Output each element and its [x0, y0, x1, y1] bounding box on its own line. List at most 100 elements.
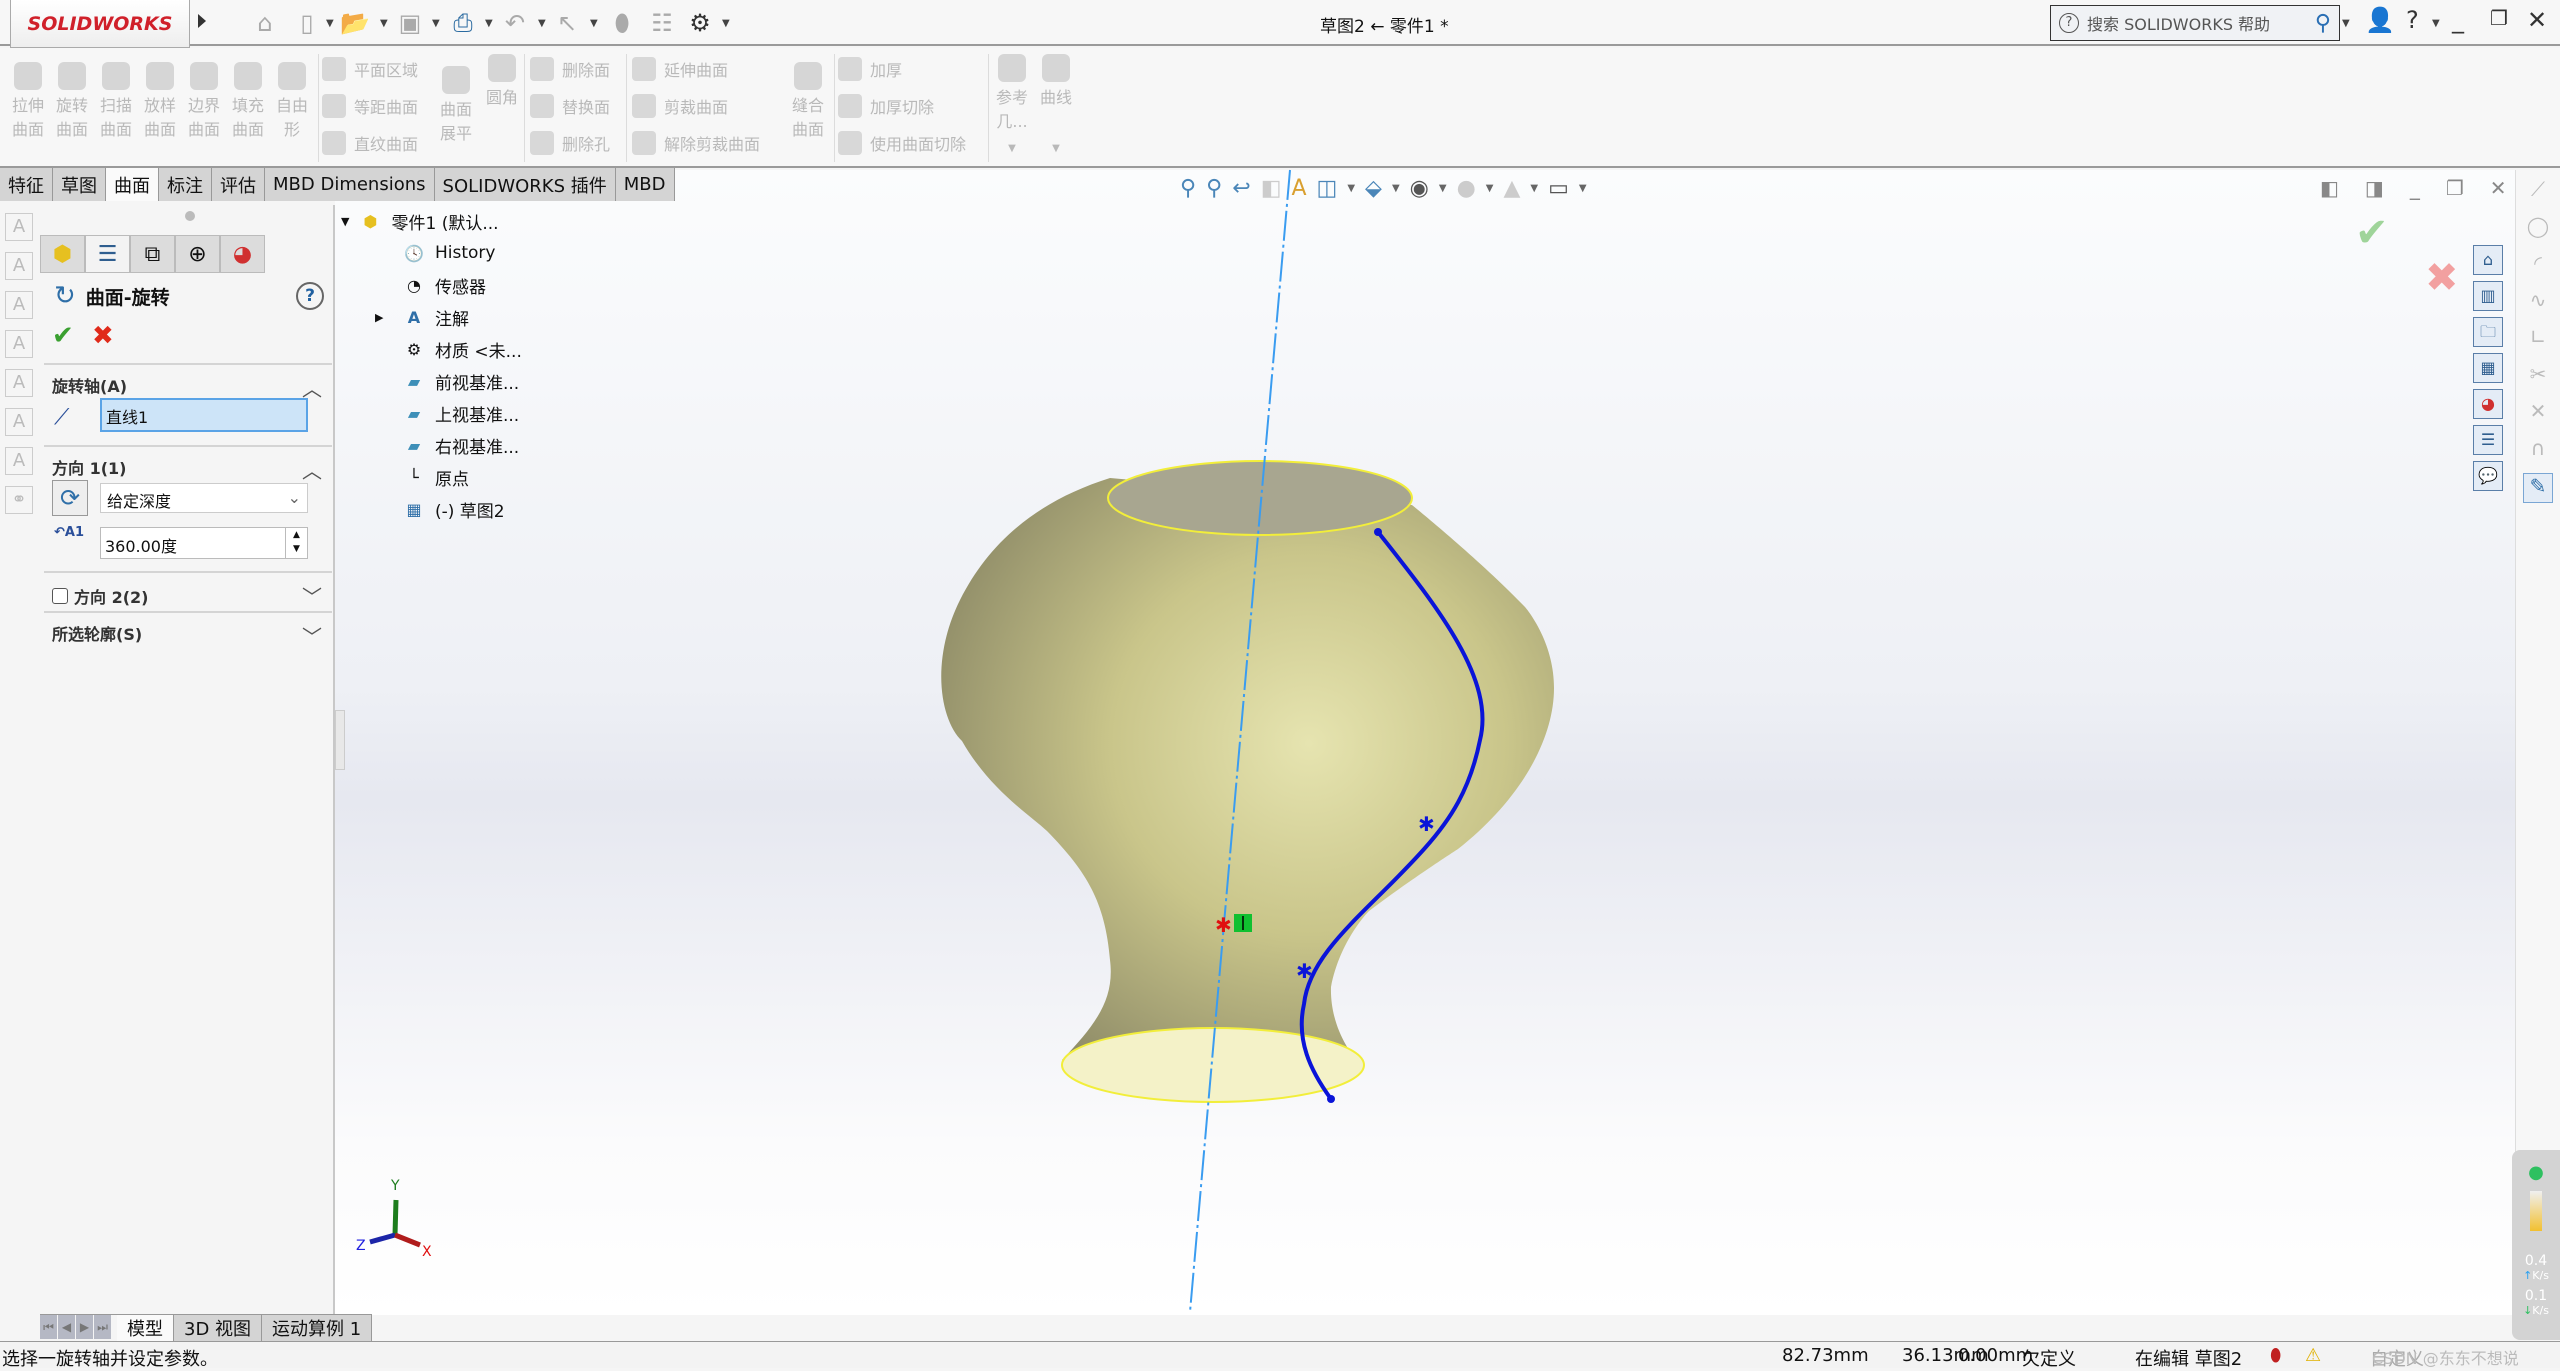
- display-manager-tab-icon[interactable]: ◕: [220, 235, 265, 273]
- tab-surfaces[interactable]: 曲面: [106, 168, 159, 201]
- usage-bar: [2530, 1191, 2542, 1231]
- sketch-active-tool-icon[interactable]: ✎: [2523, 473, 2553, 503]
- viewport-restore-button[interactable]: ❐: [2446, 176, 2464, 200]
- sketch-trim-icon[interactable]: ✂: [2523, 362, 2553, 392]
- viewport-close-button[interactable]: ✕: [2490, 176, 2507, 200]
- pane-grip[interactable]: [185, 211, 195, 221]
- tab-mbd-dimensions[interactable]: MBD Dimensions: [265, 168, 435, 201]
- zoom-to-area-icon[interactable]: ⚲: [1206, 176, 1222, 201]
- last-tab-button[interactable]: ⏭: [94, 1315, 111, 1339]
- confirm-corner-ok-icon[interactable]: ✔: [2355, 210, 2389, 256]
- tab-model[interactable]: 模型: [117, 1315, 174, 1341]
- tab-evaluate[interactable]: 评估: [212, 168, 265, 201]
- angle-input[interactable]: 360.00度 ▲ ▼: [100, 527, 308, 559]
- dimxpert-manager-tab-icon[interactable]: ⊕: [175, 235, 220, 273]
- cancel-button[interactable]: ✖: [92, 321, 114, 351]
- feature-manager-tab-icon[interactable]: ⬢: [40, 235, 85, 273]
- tree-item-origin[interactable]: └ 原点: [401, 461, 595, 493]
- hide-show-items-icon[interactable]: ◉: [1410, 176, 1429, 201]
- smart-note-icon[interactable]: A: [5, 213, 33, 241]
- apply-scene-icon[interactable]: ▲: [1503, 176, 1520, 201]
- section-view-icon[interactable]: ◧: [1261, 176, 1282, 201]
- plane-icon: ▰: [407, 435, 421, 455]
- view-settings-icon[interactable]: ▭: [1548, 176, 1569, 201]
- revolved-surface-body[interactable]: [941, 478, 1554, 1068]
- annotations-folder-icon: A: [407, 307, 421, 327]
- spline-point[interactable]: ✱: [1418, 812, 1435, 836]
- tab-motion-study[interactable]: 运动算例 1: [262, 1315, 373, 1341]
- note-add-icon[interactable]: A: [5, 330, 33, 358]
- tab-markup[interactable]: 标注: [159, 168, 212, 201]
- direction2-checkbox[interactable]: [52, 587, 68, 604]
- note-burst-icon[interactable]: A: [5, 447, 33, 475]
- split-right-icon[interactable]: ◨: [2365, 176, 2384, 200]
- link-icon[interactable]: ⚭: [5, 486, 33, 514]
- rebuild-traffic-light-icon[interactable]: ⬮: [2270, 1345, 2281, 1366]
- confirm-corner-cancel-icon[interactable]: ✖: [2425, 255, 2459, 301]
- direction1-section-header[interactable]: 方向 1(1) ︿: [52, 455, 322, 484]
- forum-icon[interactable]: 💬: [2473, 461, 2503, 491]
- selected-contours-section-header[interactable]: 所选轮廓(S) ﹀: [52, 621, 322, 650]
- viewport-minimize-button[interactable]: _: [2410, 176, 2420, 200]
- reverse-direction-button[interactable]: ⟳: [52, 480, 88, 516]
- tab-features[interactable]: 特征: [0, 168, 53, 201]
- configuration-manager-tab-icon[interactable]: ⧉: [130, 235, 175, 273]
- sketch-relation-icon[interactable]: ✕: [2523, 399, 2553, 429]
- custom-properties-icon[interactable]: ☰: [2473, 425, 2503, 455]
- chevron-down-icon: ⌄: [287, 488, 301, 507]
- tree-item-history[interactable]: 🕓 History: [401, 237, 595, 269]
- previous-view-icon[interactable]: ↩: [1232, 176, 1250, 201]
- tree-item-top-plane[interactable]: ▰ 上视基准...: [401, 397, 595, 429]
- file-explorer-icon[interactable]: 🗀: [2473, 317, 2503, 347]
- tree-item-annotations[interactable]: ▶ A 注解: [375, 301, 595, 333]
- tab-sketch[interactable]: 草图: [53, 168, 106, 201]
- next-tab-button[interactable]: ▶: [76, 1315, 93, 1339]
- zoom-to-fit-icon[interactable]: ⚲: [1180, 176, 1196, 201]
- first-tab-button[interactable]: ⏮: [40, 1315, 57, 1339]
- solidworks-resources-icon[interactable]: ⌂: [2473, 245, 2503, 275]
- sketch-circle-icon[interactable]: ◯: [2523, 214, 2553, 244]
- performance-warning-icon[interactable]: ⚠: [2305, 1345, 2321, 1366]
- spline-endpoint[interactable]: [1374, 528, 1382, 536]
- display-style-icon[interactable]: ⬙: [1365, 176, 1382, 201]
- end-condition-select[interactable]: 给定深度 ⌄: [100, 483, 308, 513]
- note-edit-icon[interactable]: A: [5, 252, 33, 280]
- axis-selection-field[interactable]: 直线1: [100, 398, 308, 432]
- sketch-dimension-icon[interactable]: ∟: [2523, 325, 2553, 355]
- note-leader-icon[interactable]: A: [5, 291, 33, 319]
- dynamic-annotation-icon[interactable]: A: [1291, 176, 1306, 201]
- network-speed-widget[interactable]: ● 0.4 ↑K/s 0.1 ↓K/s: [2512, 1150, 2560, 1340]
- sketch-offset-icon[interactable]: ∩: [2523, 436, 2553, 466]
- tab-mbd[interactable]: MBD: [615, 168, 675, 201]
- tree-item-material[interactable]: ⚙ 材质 <未...: [401, 333, 595, 365]
- tree-item-front-plane[interactable]: ▰ 前视基准...: [401, 365, 595, 397]
- download-speed: 0.1: [2524, 1288, 2548, 1304]
- split-left-icon[interactable]: ◧: [2320, 176, 2339, 200]
- sketch-arc-icon[interactable]: ◜: [2523, 251, 2553, 281]
- direction2-section-header[interactable]: 方向 2(2) ﹀: [52, 581, 322, 610]
- tab-solidworks-addins[interactable]: SOLIDWORKS 插件: [434, 168, 616, 201]
- note-lock-icon[interactable]: A: [5, 369, 33, 397]
- appearances-icon[interactable]: ◕: [2473, 389, 2503, 419]
- tree-root-part[interactable]: ▼ ⬢ 零件1 (默认...: [341, 205, 595, 237]
- view-orientation-icon[interactable]: ◫: [1317, 176, 1338, 201]
- ok-button[interactable]: ✔: [52, 321, 74, 351]
- help-button[interactable]: ?: [296, 282, 324, 310]
- previous-tab-button[interactable]: ◀: [58, 1315, 75, 1339]
- spline-point[interactable]: ✱: [1296, 959, 1313, 983]
- tree-item-right-plane[interactable]: ▰ 右视基准...: [401, 429, 595, 461]
- status-x-coordinate: 82.73mm: [1782, 1345, 1869, 1366]
- note-table-icon[interactable]: A: [5, 408, 33, 436]
- property-manager-tab-icon[interactable]: ☰: [85, 235, 130, 273]
- spline-endpoint[interactable]: [1327, 1095, 1335, 1103]
- edit-appearance-icon[interactable]: ●: [1457, 176, 1476, 201]
- tab-3d-view[interactable]: 3D 视图: [174, 1315, 263, 1341]
- angle-spinner[interactable]: ▲ ▼: [285, 528, 307, 558]
- pane-splitter-handle[interactable]: [335, 710, 345, 770]
- sketch-spline-icon[interactable]: ∿: [2523, 288, 2553, 318]
- sketch-tool-icon[interactable]: ⟋: [2523, 177, 2553, 207]
- tree-item-sensors[interactable]: ◔ 传感器: [401, 269, 595, 301]
- tree-item-sketch2[interactable]: ▦ (-) 草图2: [401, 493, 595, 525]
- view-palette-icon[interactable]: ▦: [2473, 353, 2503, 383]
- design-library-icon[interactable]: ▥: [2473, 281, 2503, 311]
